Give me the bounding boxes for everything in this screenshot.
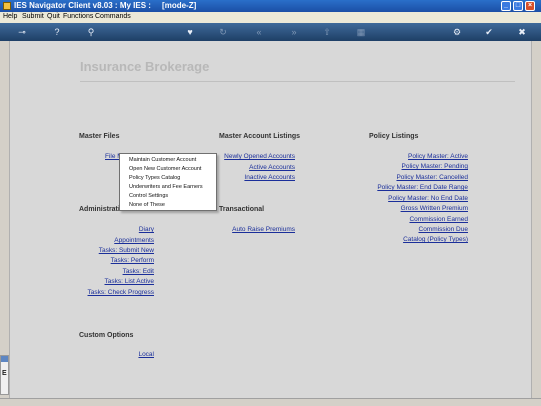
menu-quit[interactable]: Quit [47,13,60,20]
inactive-accounts-link[interactable]: Inactive Accounts [215,174,295,181]
local-link[interactable]: Local [70,351,154,358]
commission-earned-link[interactable]: Commission Earned [360,216,468,223]
policy-pending-link[interactable]: Policy Master: Pending [360,163,468,170]
custom-options-heading: Custom Options [79,332,134,339]
check-icon[interactable]: ✔ [482,26,496,38]
gross-written-premium-link[interactable]: Gross Written Premium [360,205,468,212]
menu-bar: Help Submit Quit Functions Commands [0,12,541,23]
window-title: IES Navigator Client v8.03 : My IES : [m… [14,1,197,10]
settings-icon[interactable]: ⚙ [450,26,464,38]
newly-opened-accounts-link[interactable]: Newly Opened Accounts [215,153,295,160]
menu-commands[interactable]: Commands [95,13,131,20]
heart-icon[interactable]: ♥ [183,26,197,38]
page-title: Insurance Brokerage [80,59,210,74]
dropdown-item-maintain-customer[interactable]: Maintain Customer Account [129,157,196,163]
close-window-button[interactable]: × [525,1,535,11]
dropdown-item-policy-types-catalog[interactable]: Policy Types Catalog [129,175,180,181]
dropdown-item-none[interactable]: None of These [129,202,165,208]
tasks-list-active-link[interactable]: Tasks: List Active [70,278,155,285]
key-icon[interactable]: ⊸ [12,26,32,38]
file-maintenance-dropdown: Maintain Customer Account Open New Custo… [119,153,217,211]
tasks-check-progress-link[interactable]: Tasks: Check Progress [70,289,154,296]
rewind-icon[interactable]: « [252,26,266,38]
appointments-link[interactable]: Appointments [70,237,154,244]
auto-raise-premiums-link[interactable]: Auto Raise Premiums [215,226,295,233]
side-panel-glyph: E [2,370,7,377]
upload-icon[interactable]: ⇧ [320,26,334,38]
policy-end-date-range-link[interactable]: Policy Master: End Date Range [360,184,468,191]
policy-active-link[interactable]: Policy Master: Active [360,153,468,160]
app-icon [3,2,11,10]
dropdown-item-underwriters[interactable]: Underwriters and Fee Earners [129,184,203,190]
app-window: IES Navigator Client v8.03 : My IES : [m… [0,0,541,406]
tasks-perform-link[interactable]: Tasks: Perform [70,257,154,264]
commission-due-link[interactable]: Commission Due [360,226,469,233]
title-bar: IES Navigator Client v8.03 : My IES : [m… [0,0,541,12]
fast-forward-icon[interactable]: » [287,26,301,38]
tasks-submit-new-link[interactable]: Tasks: Submit New [70,247,154,254]
grid-icon[interactable]: ▦ [354,26,368,38]
title-divider [80,81,515,82]
transactional-heading: Transactional [219,206,265,213]
close-icon[interactable]: ✖ [515,26,529,38]
diary-link[interactable]: Diary [70,226,154,233]
status-bar [0,398,541,406]
policy-cancelled-link[interactable]: Policy Master: Cancelled [360,174,468,181]
menu-submit[interactable]: Submit [22,13,44,20]
side-panel-tab [1,356,8,362]
catalog-policy-types-link[interactable]: Catalog (Policy Types) [360,236,468,243]
dropdown-item-control-settings[interactable]: Control Settings [129,193,168,199]
toolbar: ⊸ ? ⚲ ♥ ↻ « » ⇧ ▦ ⚙ ✔ ✖ [0,23,541,41]
master-files-heading: Master Files [79,133,120,140]
policy-no-end-date-link[interactable]: Policy Master: No End Date [360,195,468,202]
tasks-edit-link[interactable]: Tasks: Edit [70,268,154,275]
master-account-listings-heading: Master Account Listings [219,133,301,140]
dropdown-item-open-new-customer[interactable]: Open New Customer Account [129,166,201,172]
minimize-button[interactable]: _ [501,1,511,11]
help-icon[interactable]: ? [50,26,64,38]
search-icon[interactable]: ⚲ [84,26,98,38]
menu-help[interactable]: Help [3,13,17,20]
refresh-icon[interactable]: ↻ [216,26,230,38]
policy-listings-heading: Policy Listings [369,133,419,140]
menu-functions[interactable]: Functions [63,13,93,20]
active-accounts-link[interactable]: Active Accounts [215,164,295,171]
maximize-button[interactable]: □ [513,1,523,11]
side-panel-strip[interactable]: E [0,355,9,395]
